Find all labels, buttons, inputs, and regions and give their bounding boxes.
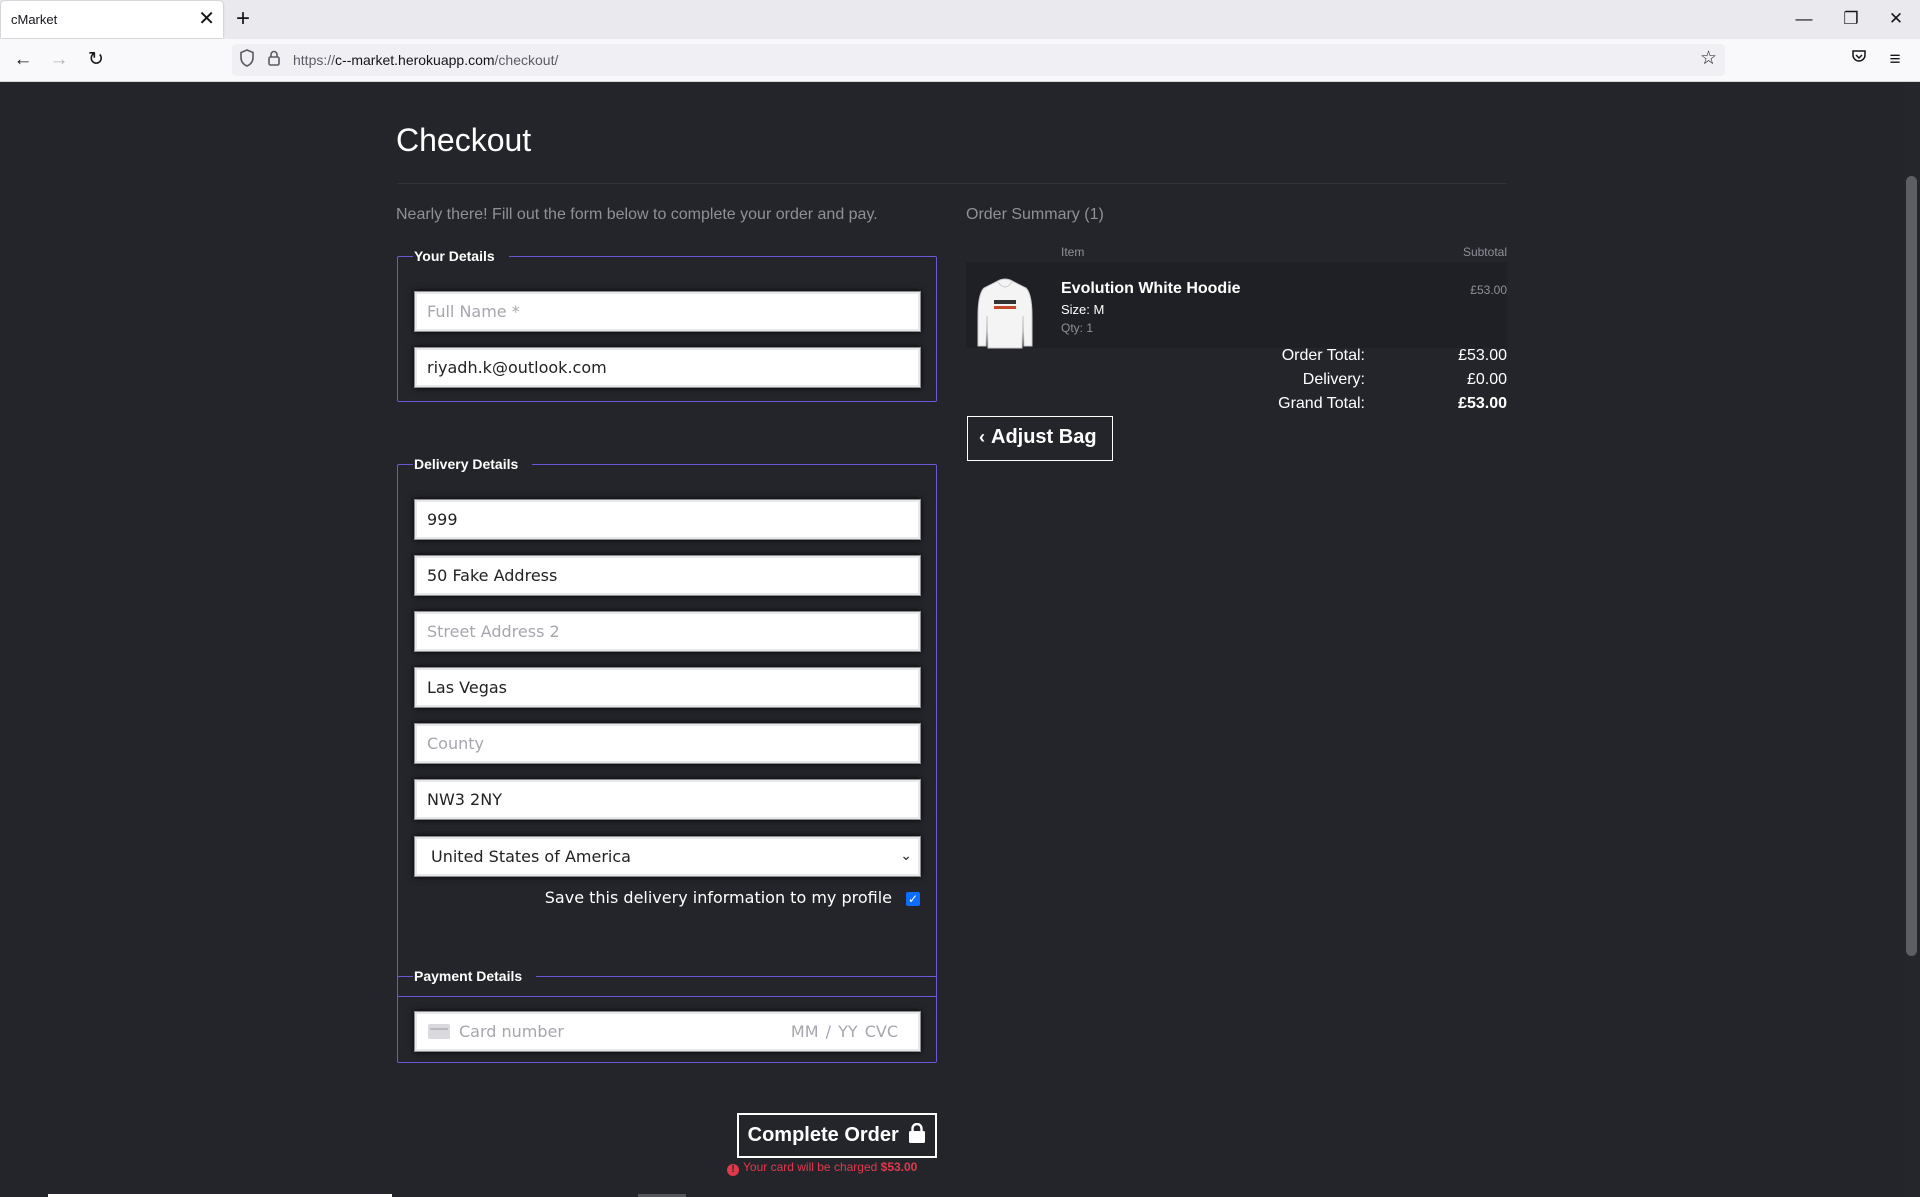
delivery-details-legend: Delivery Details xyxy=(414,456,519,472)
order-total-value: £53.00 xyxy=(1458,347,1507,364)
restore-icon[interactable]: ❐ xyxy=(1831,6,1871,32)
grand-total-label: Grand Total: xyxy=(1278,395,1365,412)
title-divider xyxy=(397,183,1507,184)
town-city-input[interactable] xyxy=(414,667,921,708)
page-scrollbar-thumb[interactable] xyxy=(1906,176,1917,956)
save-info-label: Save this delivery information to my pro… xyxy=(544,888,892,907)
email-input[interactable] xyxy=(414,347,921,388)
product-qty: Qty: 1 xyxy=(1061,321,1094,335)
adjust-bag-label: Adjust Bag xyxy=(991,426,1097,448)
your-details-legend: Your Details xyxy=(414,248,495,264)
complete-order-button[interactable]: Complete Order xyxy=(737,1113,937,1158)
county-input[interactable] xyxy=(414,723,921,764)
delivery-label: Delivery: xyxy=(1302,371,1365,388)
charge-notice: ! Your card will be charged $53.00 xyxy=(727,1160,917,1176)
subtotal-column-header: Subtotal xyxy=(1462,245,1507,259)
checkout-intro: Nearly there! Fill out the form below to… xyxy=(396,206,878,223)
charge-notice-text: Your card will be charged xyxy=(743,1160,878,1174)
product-size: Size: M xyxy=(1061,302,1105,317)
new-tab-icon[interactable]: + xyxy=(236,6,250,32)
street-address-1-input[interactable] xyxy=(414,555,921,596)
postcode-input[interactable] xyxy=(414,779,921,820)
your-details-fieldset: Your Details xyxy=(397,248,937,402)
payment-details-fieldset: Payment Details Card number MM / YY CVC xyxy=(397,968,937,1063)
browser-tab-bar: cMarket ✕ + — ❐ ✕ xyxy=(0,0,1920,39)
tab-title: cMarket xyxy=(11,12,58,27)
back-icon[interactable]: ← xyxy=(9,48,37,72)
item-column-header: Item xyxy=(1061,245,1085,259)
pocket-icon[interactable] xyxy=(1845,48,1873,72)
url-text[interactable]: https://c--market.herokuapp.com/checkout… xyxy=(293,52,558,68)
adjust-bag-button[interactable]: ‹ Adjust Bag xyxy=(967,416,1113,461)
payment-details-legend: Payment Details xyxy=(414,968,523,984)
browser-tab[interactable]: cMarket ✕ xyxy=(1,1,223,38)
country-selected-value: United States of America xyxy=(431,847,631,866)
bookmark-star-icon[interactable]: ☆ xyxy=(1700,47,1717,70)
page-title: Checkout xyxy=(396,122,532,158)
browser-nav-bar: ← → ↻ https://c--market.herokuapp.com/ch… xyxy=(0,39,1920,82)
full-name-input[interactable] xyxy=(414,291,921,332)
order-item-row: Evolution White Hoodie Size: M Qty: 1 £5… xyxy=(966,262,1507,424)
complete-order-label: Complete Order xyxy=(747,1124,899,1146)
order-total-label: Order Total: xyxy=(1281,347,1365,364)
tab-close-icon[interactable]: ✕ xyxy=(198,7,215,31)
chevron-left-icon: ‹ xyxy=(979,427,985,447)
save-info-row[interactable]: Save this delivery information to my pro… xyxy=(545,888,920,907)
card-element[interactable]: Card number MM / YY CVC xyxy=(414,1011,921,1052)
card-expiry-cvc-placeholder: MM / YY CVC xyxy=(790,1022,898,1041)
window-close-icon[interactable]: ✕ xyxy=(1876,6,1916,32)
order-summary-title: Order Summary (1) xyxy=(966,206,1104,223)
url-bar[interactable]: https://c--market.herokuapp.com/checkout… xyxy=(232,44,1725,76)
credit-card-icon xyxy=(428,1024,450,1039)
phone-input[interactable] xyxy=(414,499,921,540)
charge-amount: $53.00 xyxy=(880,1160,918,1174)
country-select[interactable]: United States of America ⌄ xyxy=(414,836,921,877)
tracking-shield-icon[interactable] xyxy=(239,49,255,74)
delivery-details-fieldset: Delivery Details United States of Americ… xyxy=(397,456,937,997)
page-content: Checkout Nearly there! Fill out the form… xyxy=(0,82,1920,1197)
save-info-checkbox[interactable]: ✓ xyxy=(906,891,920,906)
grand-total-value: £53.00 xyxy=(1458,395,1507,412)
minimize-icon[interactable]: — xyxy=(1784,6,1824,32)
reload-icon[interactable]: ↻ xyxy=(82,48,110,72)
chevron-down-icon: ⌄ xyxy=(900,848,912,864)
product-subtotal: £53.00 xyxy=(1470,283,1507,297)
alert-icon: ! xyxy=(727,1164,739,1176)
product-name: Evolution White Hoodie xyxy=(1061,280,1241,297)
lock-icon xyxy=(909,1122,926,1143)
page-scrollbar[interactable] xyxy=(1903,82,1920,1197)
delivery-value: £0.00 xyxy=(1466,371,1507,388)
hoodie-image xyxy=(977,278,1033,349)
lock-icon[interactable] xyxy=(267,49,281,74)
street-address-2-input[interactable] xyxy=(414,611,921,652)
menu-icon[interactable]: ≡ xyxy=(1881,48,1909,72)
card-number-placeholder: Card number xyxy=(459,1022,564,1041)
forward-icon: → xyxy=(49,49,69,70)
